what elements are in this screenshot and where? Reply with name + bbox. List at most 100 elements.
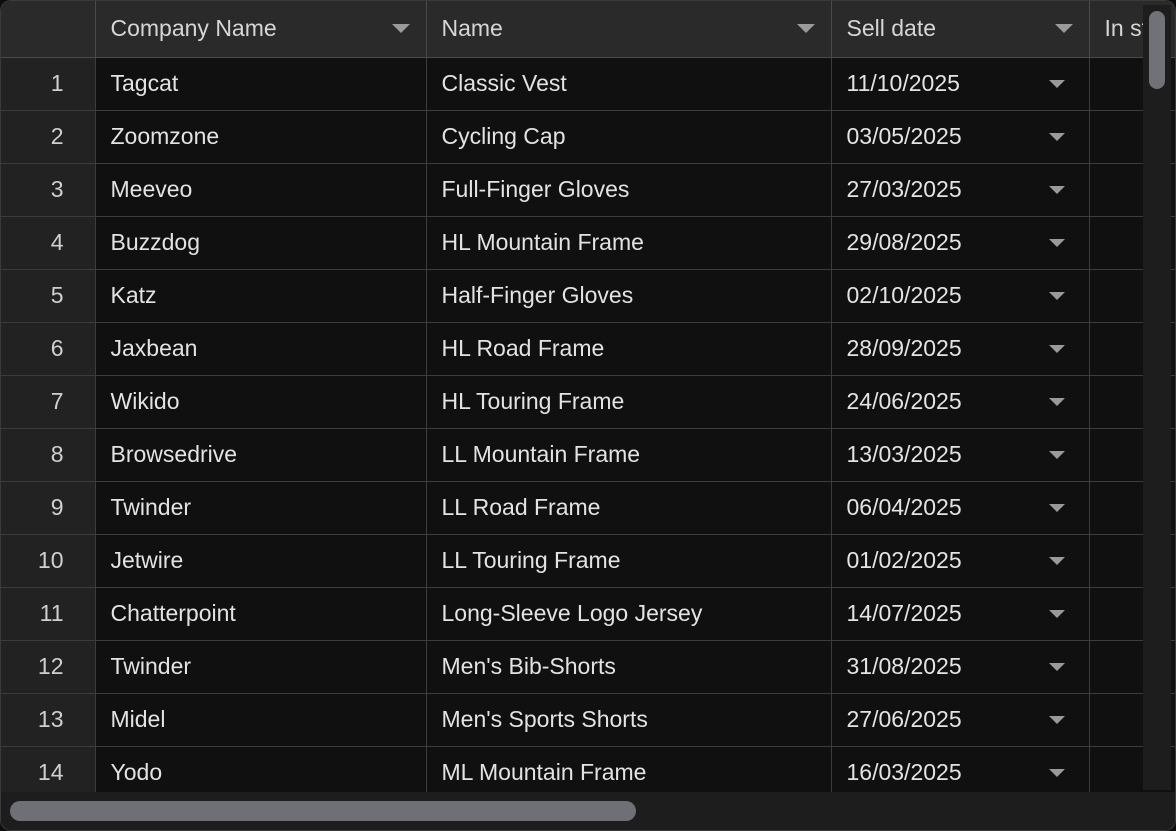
row-number-cell[interactable]: 12 xyxy=(1,640,96,694)
cell-sell-date[interactable]: 31/08/2025 xyxy=(831,640,1090,694)
row-number-cell[interactable]: 4 xyxy=(1,216,96,270)
chevron-down-icon[interactable] xyxy=(391,24,410,34)
cell-name[interactable]: Men's Bib-Shorts xyxy=(426,640,832,694)
cell-sell-date-value: 13/03/2025 xyxy=(846,441,962,467)
table-row[interactable]: 5 Katz Half-Finger Gloves 02/10/2025 xyxy=(1,269,1175,323)
horizontal-scrollbar[interactable] xyxy=(1,792,1175,830)
chevron-down-icon[interactable] xyxy=(1048,185,1065,194)
cell-sell-date-value: 27/06/2025 xyxy=(846,706,962,732)
table-row[interactable]: 7 Wikido HL Touring Frame 24/06/2025 xyxy=(1,375,1175,429)
table-row[interactable]: 4 Buzzdog HL Mountain Frame 29/08/2025 xyxy=(1,216,1175,270)
row-number-cell[interactable]: 3 xyxy=(1,163,96,217)
cell-name[interactable]: Long-Sleeve Logo Jersey xyxy=(426,587,832,641)
cell-company-name[interactable]: Jetwire xyxy=(95,534,427,588)
table-row[interactable]: 6 Jaxbean HL Road Frame 28/09/2025 xyxy=(1,322,1175,376)
row-number-cell[interactable]: 13 xyxy=(1,693,96,747)
chevron-down-icon[interactable] xyxy=(1048,662,1065,671)
cell-company-name[interactable]: Midel xyxy=(95,693,427,747)
cell-name[interactable]: LL Road Frame xyxy=(426,481,832,535)
cell-sell-date-value: 27/03/2025 xyxy=(846,176,962,202)
chevron-down-icon[interactable] xyxy=(1048,556,1065,565)
cell-company-name[interactable]: Chatterpoint xyxy=(95,587,427,641)
chevron-down-icon[interactable] xyxy=(1054,24,1073,34)
table-row[interactable]: 8 Browsedrive LL Mountain Frame 13/03/2025 xyxy=(1,428,1175,482)
row-number-cell[interactable]: 5 xyxy=(1,269,96,323)
cell-name[interactable]: HL Mountain Frame xyxy=(426,216,832,270)
chevron-down-icon[interactable] xyxy=(1048,397,1065,406)
row-number-cell[interactable]: 9 xyxy=(1,481,96,535)
row-number-cell[interactable]: 11 xyxy=(1,587,96,641)
chevron-down-icon[interactable] xyxy=(1048,450,1065,459)
cell-company-name[interactable]: Wikido xyxy=(95,375,427,429)
cell-sell-date[interactable]: 27/03/2025 xyxy=(831,163,1090,217)
cell-name[interactable]: Full-Finger Gloves xyxy=(426,163,832,217)
table-row[interactable]: 12 Twinder Men's Bib-Shorts 31/08/2025 xyxy=(1,640,1175,694)
grid-scroll-area[interactable]: Company Name Name Sell date In st 1 Tagc… xyxy=(1,1,1175,830)
cell-name[interactable]: Men's Sports Shorts xyxy=(426,693,832,747)
row-number-cell[interactable]: 2 xyxy=(1,110,96,164)
cell-name[interactable]: Classic Vest xyxy=(426,57,832,111)
cell-sell-date[interactable]: 24/06/2025 xyxy=(831,375,1090,429)
cell-sell-date[interactable]: 06/04/2025 xyxy=(831,481,1090,535)
cell-sell-date[interactable]: 14/07/2025 xyxy=(831,587,1090,641)
column-header-rownum xyxy=(1,1,96,58)
column-header-sell-date[interactable]: Sell date xyxy=(831,1,1090,58)
cell-company-name[interactable]: Browsedrive xyxy=(95,428,427,482)
cell-company-name[interactable]: Tagcat xyxy=(95,57,427,111)
row-number-cell[interactable]: 1 xyxy=(1,57,96,111)
row-number-cell[interactable]: 10 xyxy=(1,534,96,588)
cell-sell-date-value: 16/03/2025 xyxy=(846,759,962,785)
cell-sell-date[interactable]: 03/05/2025 xyxy=(831,110,1090,164)
cell-company-name[interactable]: Katz xyxy=(95,269,427,323)
chevron-down-icon[interactable] xyxy=(796,24,815,34)
cell-sell-date-value: 14/07/2025 xyxy=(846,600,962,626)
vertical-scrollbar[interactable] xyxy=(1143,5,1171,790)
row-number-cell[interactable]: 6 xyxy=(1,322,96,376)
cell-company-name[interactable]: Twinder xyxy=(95,481,427,535)
header-row: Company Name Name Sell date In st xyxy=(1,1,1175,58)
column-header-company-name[interactable]: Company Name xyxy=(95,1,427,58)
cell-company-name[interactable]: Zoomzone xyxy=(95,110,427,164)
cell-sell-date[interactable]: 13/03/2025 xyxy=(831,428,1090,482)
row-number-cell[interactable]: 7 xyxy=(1,375,96,429)
cell-name[interactable]: LL Touring Frame xyxy=(426,534,832,588)
cell-sell-date[interactable]: 01/02/2025 xyxy=(831,534,1090,588)
chevron-down-icon[interactable] xyxy=(1048,768,1065,777)
table-row[interactable]: 13 Midel Men's Sports Shorts 27/06/2025 xyxy=(1,693,1175,747)
table-row[interactable]: 10 Jetwire LL Touring Frame 01/02/2025 xyxy=(1,534,1175,588)
cell-name[interactable]: HL Touring Frame xyxy=(426,375,832,429)
cell-company-name[interactable]: Buzzdog xyxy=(95,216,427,270)
column-header-sell-date-label: Sell date xyxy=(846,15,937,42)
cell-sell-date[interactable]: 11/10/2025 xyxy=(831,57,1090,111)
cell-sell-date[interactable]: 02/10/2025 xyxy=(831,269,1090,323)
chevron-down-icon[interactable] xyxy=(1048,503,1065,512)
cell-sell-date[interactable]: 29/08/2025 xyxy=(831,216,1090,270)
cell-company-name[interactable]: Meeveo xyxy=(95,163,427,217)
chevron-down-icon[interactable] xyxy=(1048,344,1065,353)
chevron-down-icon[interactable] xyxy=(1048,715,1065,724)
cell-name[interactable]: LL Mountain Frame xyxy=(426,428,832,482)
chevron-down-icon[interactable] xyxy=(1048,238,1065,247)
cell-sell-date-value: 01/02/2025 xyxy=(846,547,962,573)
table-row[interactable]: 11 Chatterpoint Long-Sleeve Logo Jersey 14/… xyxy=(1,587,1175,641)
table-row[interactable]: 3 Meeveo Full-Finger Gloves 27/03/2025 xyxy=(1,163,1175,217)
row-number-cell[interactable]: 8 xyxy=(1,428,96,482)
chevron-down-icon[interactable] xyxy=(1048,132,1065,141)
cell-name[interactable]: Cycling Cap xyxy=(426,110,832,164)
horizontal-scrollbar-thumb[interactable] xyxy=(10,801,636,821)
vertical-scrollbar-thumb[interactable] xyxy=(1149,11,1165,89)
chevron-down-icon[interactable] xyxy=(1048,291,1065,300)
cell-company-name[interactable]: Twinder xyxy=(95,640,427,694)
cell-sell-date-value: 11/10/2025 xyxy=(846,70,960,96)
cell-name[interactable]: Half-Finger Gloves xyxy=(426,269,832,323)
cell-sell-date[interactable]: 27/06/2025 xyxy=(831,693,1090,747)
chevron-down-icon[interactable] xyxy=(1048,79,1065,88)
cell-name[interactable]: HL Road Frame xyxy=(426,322,832,376)
cell-sell-date[interactable]: 28/09/2025 xyxy=(831,322,1090,376)
table-row[interactable]: 2 Zoomzone Cycling Cap 03/05/2025 xyxy=(1,110,1175,164)
cell-company-name[interactable]: Jaxbean xyxy=(95,322,427,376)
table-row[interactable]: 1 Tagcat Classic Vest 11/10/2025 xyxy=(1,57,1175,111)
column-header-name[interactable]: Name xyxy=(426,1,832,58)
table-row[interactable]: 9 Twinder LL Road Frame 06/04/2025 xyxy=(1,481,1175,535)
chevron-down-icon[interactable] xyxy=(1048,609,1065,618)
